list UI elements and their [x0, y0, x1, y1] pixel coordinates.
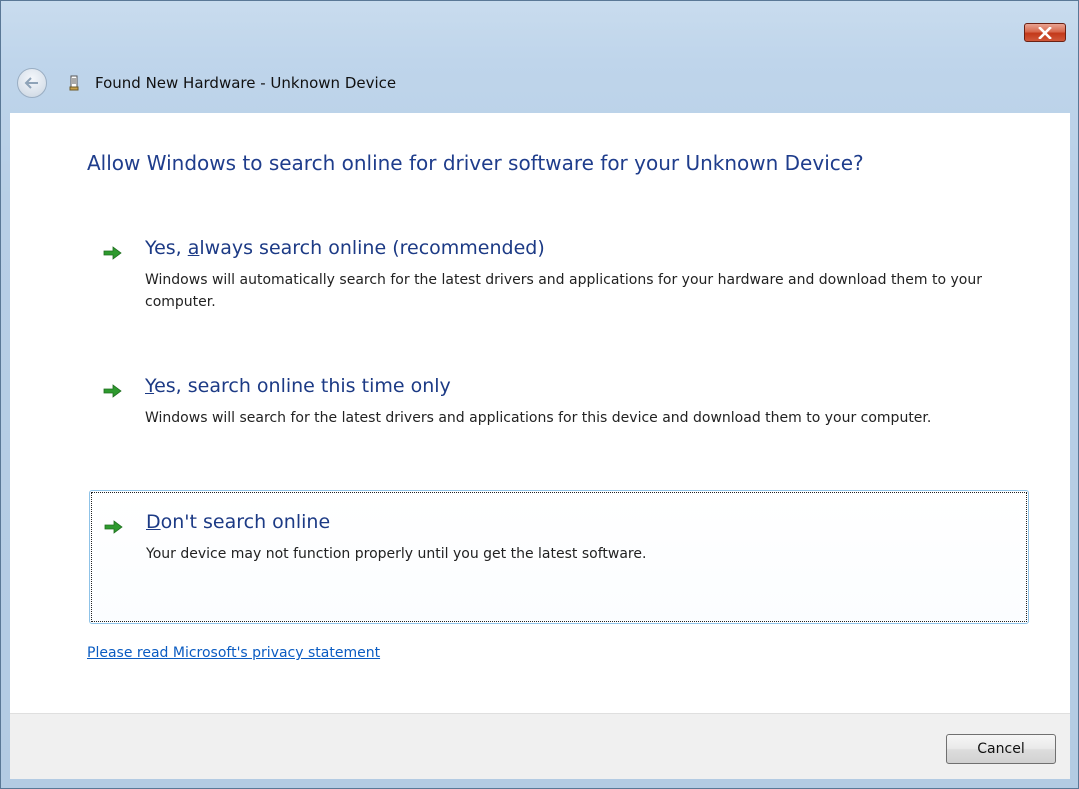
option-title: Don't search online — [146, 511, 331, 533]
option-search-this-time[interactable]: Yes, search online this time only Window… — [89, 367, 1029, 467]
button-bar: Cancel — [10, 713, 1070, 779]
option-title: Yes, search online this time only — [145, 375, 451, 397]
option-always-search[interactable]: Yes, always search online (recommended) … — [89, 229, 1029, 329]
green-arrow-icon — [103, 245, 123, 265]
back-button[interactable] — [17, 68, 47, 98]
option-description: Your device may not function properly un… — [146, 546, 647, 562]
window-title: Found New Hardware - Unknown Device — [95, 74, 397, 92]
option-description: Windows will search for the latest drive… — [145, 410, 932, 426]
hardware-device-icon — [69, 75, 79, 91]
green-arrow-icon — [103, 383, 123, 403]
close-icon — [1038, 26, 1052, 39]
wizard-header: Found New Hardware - Unknown Device — [17, 63, 396, 103]
option-description: Windows will automatically search for th… — [145, 272, 982, 310]
option-dont-search[interactable]: Don't search online Your device may not … — [89, 490, 1029, 624]
privacy-statement-link[interactable]: Please read Microsoft's privacy statemen… — [87, 645, 380, 661]
dialog-window: Found New Hardware - Unknown Device Allo… — [0, 0, 1079, 789]
green-arrow-icon — [104, 519, 124, 539]
close-button[interactable] — [1024, 23, 1066, 42]
cancel-button[interactable]: Cancel — [946, 734, 1056, 764]
option-title: Yes, always search online (recommended) — [145, 237, 545, 259]
main-instruction: Allow Windows to search online for drive… — [87, 151, 864, 175]
content-area: Allow Windows to search online for drive… — [10, 113, 1070, 713]
back-arrow-icon — [24, 77, 38, 89]
